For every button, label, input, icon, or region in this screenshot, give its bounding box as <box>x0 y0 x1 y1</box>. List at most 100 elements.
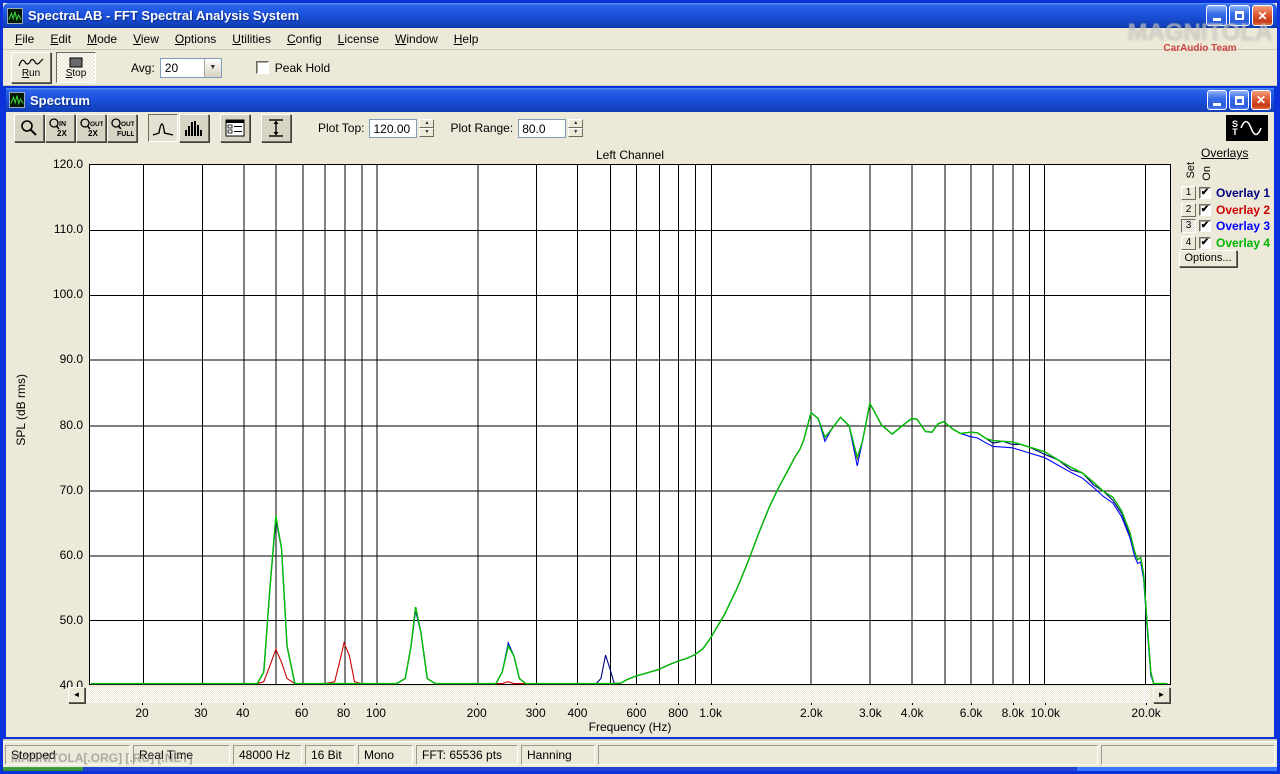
plot-top-label: Plot Top: <box>318 121 364 135</box>
minimize-icon <box>1213 18 1221 21</box>
peak-hold-label: Peak Hold <box>275 61 330 75</box>
taskbar-start-sliver <box>3 767 83 771</box>
spectrum-time-toggle[interactable]: ST <box>1226 115 1268 141</box>
x-tick-label: 400 <box>567 706 587 720</box>
bar-plot-button[interactable] <box>179 114 209 142</box>
overlay-on-checkbox-4[interactable]: ✔ <box>1199 237 1211 249</box>
zoom-in-2x-button[interactable]: IN2X <box>45 114 75 142</box>
peak-hold-row: Peak Hold <box>256 61 330 75</box>
run-button[interactable]: Run <box>11 52 51 83</box>
plot-top-input[interactable]: 120.00 <box>369 119 417 138</box>
status-segment-empty-7 <box>598 745 1098 765</box>
plot-range-input[interactable]: 80.0 <box>518 119 566 138</box>
plot-range-spin-down[interactable]: ▼ <box>568 128 583 137</box>
main-titlebar: SpectraLAB - FFT Spectral Analysis Syste… <box>3 3 1277 28</box>
zoom-button[interactable] <box>14 114 44 142</box>
status-segment-real-time: Real Time <box>133 745 230 765</box>
bars-icon <box>183 118 205 138</box>
menu-utilities[interactable]: Utilities <box>224 30 279 48</box>
minimize-button[interactable] <box>1206 5 1227 26</box>
menu-mode[interactable]: Mode <box>79 30 125 48</box>
avg-dropdown-button[interactable]: ▼ <box>204 59 221 77</box>
x-tick-label: 40 <box>236 706 249 720</box>
plot-range-label: Plot Range: <box>450 121 513 135</box>
curve-icon <box>152 118 174 138</box>
line-plot-button[interactable] <box>148 114 178 142</box>
overlay-set-button-4[interactable]: 4 <box>1181 236 1196 250</box>
overlay-row-2: 2✔Overlay 2 <box>1181 202 1270 219</box>
overlay-on-checkbox-2[interactable]: ✔ <box>1199 204 1211 216</box>
plot-scroll-left-button[interactable]: ◄ <box>68 687 85 703</box>
x-tick-label: 20 <box>135 706 148 720</box>
zoom-out-2x-button[interactable]: OUT2X <box>76 114 106 142</box>
y-axis-label: SPL (dB rms) <box>14 374 28 446</box>
maximize-button[interactable] <box>1229 5 1250 26</box>
y-tick-label: 90.0 <box>39 352 83 366</box>
menu-window[interactable]: Window <box>387 30 446 48</box>
grid-lines <box>90 165 1170 685</box>
stop-button[interactable]: Stop <box>56 52 96 83</box>
sine-wave-icon <box>1240 119 1262 137</box>
avg-combo[interactable]: 20 ▼ <box>160 58 222 78</box>
plot-top-spin-up[interactable]: ▲ <box>419 119 434 128</box>
svg-text:2X: 2X <box>57 129 67 138</box>
status-segment-16-bit: 16 Bit <box>305 745 355 765</box>
overlays-options-button[interactable]: Options... <box>1179 250 1237 267</box>
overlay-curve-1 <box>91 404 1167 684</box>
options-dialog-button[interactable] <box>220 114 250 142</box>
menu-file[interactable]: File <box>7 30 42 48</box>
status-segment-stopped: Stopped <box>5 745 130 765</box>
y-tick-label: 100.0 <box>39 287 83 301</box>
x-tick-label: 30 <box>194 706 207 720</box>
overlay-row-4: 4✔Overlay 4 <box>1181 235 1270 252</box>
close-button[interactable]: ✕ <box>1252 5 1273 26</box>
overlay-set-button-1[interactable]: 1 <box>1181 186 1196 200</box>
overlay-set-button-3[interactable]: 3 <box>1181 219 1196 233</box>
vertical-range-icon <box>265 118 287 138</box>
x-tick-label: 100 <box>366 706 386 720</box>
plot-scroll-right-button[interactable]: ► <box>1153 687 1170 703</box>
menu-config[interactable]: Config <box>279 30 330 48</box>
peak-hold-checkbox[interactable] <box>256 61 269 74</box>
plot-top-spin-down[interactable]: ▼ <box>419 128 434 137</box>
magnifier-icon <box>19 118 39 138</box>
plot-range-spin-up[interactable]: ▲ <box>568 119 583 128</box>
menu-view[interactable]: View <box>125 30 167 48</box>
close-icon: ✕ <box>1257 10 1267 22</box>
x-tick-label: 2.0k <box>800 706 823 720</box>
overlay-on-checkbox-3[interactable]: ✔ <box>1199 220 1211 232</box>
svg-text:FULL: FULL <box>117 131 134 138</box>
plot-scrollbar-track[interactable] <box>86 687 1150 703</box>
overlay-on-checkbox-1[interactable]: ✔ <box>1199 187 1211 199</box>
spectrum-maximize-button[interactable] <box>1229 90 1249 110</box>
overlay-label-1: Overlay 1 <box>1216 186 1270 200</box>
menu-options[interactable]: Options <box>167 30 224 48</box>
plot-range-field-group: 80.0 ▲ ▼ <box>518 119 583 138</box>
zoom-in-2x-icon: IN2X <box>48 117 72 139</box>
svg-text:IN: IN <box>59 121 66 128</box>
app-icon <box>7 8 23 24</box>
vertical-scale-button[interactable] <box>261 114 291 142</box>
spectrum-titlebar: Spectrum ✕ <box>6 88 1274 112</box>
overlay-label-3: Overlay 3 <box>1216 219 1270 233</box>
plot-top-field-group: 120.00 ▲ ▼ <box>369 119 434 138</box>
spectrum-close-button[interactable]: ✕ <box>1251 90 1271 110</box>
taskbar-sliver-light <box>1077 767 1277 771</box>
chart-title: Left Channel <box>89 148 1171 162</box>
mdi-area: Spectrum ✕ IN2X <box>3 86 1277 741</box>
overlay-set-button-2[interactable]: 2 <box>1181 203 1196 217</box>
zoom-out-full-button[interactable]: OUTFULL <box>107 114 137 142</box>
main-toolbar: Run Stop Avg: 20 ▼ Peak Hold <box>3 50 1277 86</box>
menu-edit[interactable]: Edit <box>42 30 79 48</box>
x-tick-label: 3.0k <box>859 706 882 720</box>
menu-help[interactable]: Help <box>446 30 487 48</box>
y-tick-label: 80.0 <box>39 418 83 432</box>
svg-text:OUT: OUT <box>90 121 103 128</box>
overlay-curve-4 <box>91 404 1167 684</box>
overlay-curve-3 <box>91 404 1167 684</box>
x-tick-label: 600 <box>626 706 646 720</box>
menu-license[interactable]: License <box>330 30 387 48</box>
spectrum-minimize-button[interactable] <box>1207 90 1227 110</box>
status-segment-48000-hz: 48000 Hz <box>233 745 302 765</box>
x-axis-label: Frequency (Hz) <box>89 720 1171 734</box>
